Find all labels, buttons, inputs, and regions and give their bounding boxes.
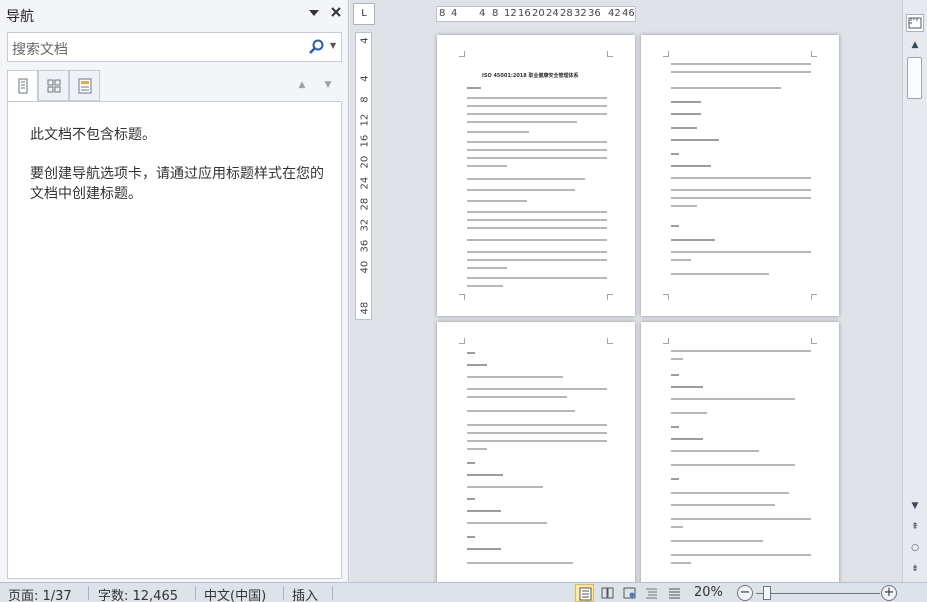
ruler-label: 40: [359, 260, 371, 274]
page-title: ISO 45001:2018 职业健康安全管理体系: [482, 73, 579, 79]
horizontal-ruler[interactable]: 8 4 4 8 12 16 20 24 28 32 36 42 46: [436, 6, 636, 22]
tab-results[interactable]: [69, 70, 100, 101]
word-count[interactable]: 字数: 12,465: [98, 585, 178, 602]
results-icon: [78, 78, 92, 94]
view-ruler-button[interactable]: [906, 14, 924, 32]
ruler-label: 20: [532, 8, 545, 19]
nav-title-bar: 导航: [0, 0, 349, 30]
full-screen-reading-button[interactable]: [598, 584, 617, 602]
scroll-thumb[interactable]: [907, 57, 922, 99]
print-layout-icon: [579, 587, 592, 601]
search-input[interactable]: 搜索文档 ▼: [7, 32, 342, 62]
insert-mode-indicator[interactable]: 插入: [292, 585, 318, 602]
ruler-label: 36: [588, 8, 601, 19]
ruler-label: 20: [359, 155, 371, 169]
ruler-label: 28: [560, 8, 573, 19]
reading-view-icon: [601, 587, 614, 599]
document-page[interactable]: [641, 35, 839, 316]
web-layout-icon: [623, 587, 636, 599]
print-layout-view-button[interactable]: [575, 584, 594, 602]
scroll-up-button[interactable]: ▲: [907, 38, 923, 52]
vertical-scrollbar[interactable]: ▲ ▼ ⇞ ○ ⇟: [902, 0, 927, 582]
ruler-label: 36: [359, 239, 371, 253]
search-options-dropdown[interactable]: ▼: [330, 41, 336, 50]
zoom-slider[interactable]: [756, 593, 880, 594]
ruler-label: 8: [359, 96, 371, 103]
document-page[interactable]: [437, 322, 635, 582]
ruler-label: 24: [546, 8, 559, 19]
close-icon: [331, 7, 341, 17]
ruler-label: 8: [439, 8, 446, 19]
ruler-label: 4: [359, 75, 371, 82]
ruler-label: 4: [479, 8, 486, 19]
zoom-level[interactable]: 20%: [694, 585, 723, 600]
tab-selector-button[interactable]: L: [353, 3, 375, 25]
outline-view-button[interactable]: [642, 584, 661, 602]
ruler-label: 48: [359, 301, 371, 315]
status-bar: 页面: 1/37 字数: 12,465 中文(中国) 插入 20% − +: [0, 582, 927, 602]
document-page[interactable]: ISO 45001:2018 职业健康安全管理体系: [437, 35, 635, 316]
ruler-label: 16: [518, 8, 531, 19]
search-placeholder: 搜索文档: [12, 42, 68, 58]
scroll-down-button[interactable]: ▼: [907, 499, 923, 513]
tab-headings[interactable]: [7, 70, 38, 102]
nav-menu-button[interactable]: [306, 7, 322, 23]
ruler-label: 28: [359, 197, 371, 211]
headings-icon: [18, 78, 28, 94]
previous-page-button[interactable]: ⇞: [907, 520, 923, 534]
ruler-label: 4: [451, 8, 458, 19]
nav-content: 此文档不包含标题。 要创建导航选项卡，请通过应用标题样式在您的文档中创建标题。: [7, 101, 342, 579]
nav-tab-row: ▲ ▼: [7, 70, 342, 102]
zoom-in-button[interactable]: +: [881, 585, 897, 601]
ruler-label: 42: [608, 8, 621, 19]
ruler-label: 4: [359, 37, 371, 44]
previous-arrow-button[interactable]: ▲: [295, 78, 309, 92]
web-layout-button[interactable]: [620, 584, 639, 602]
zoom-out-button[interactable]: −: [737, 585, 753, 601]
select-browse-object-button[interactable]: ○: [907, 541, 923, 555]
navigation-pane: 导航 搜索文档 ▼ ▲ ▼ 此文档不包含标题。 要创建导航选项卡，请通过应用标题…: [0, 0, 349, 582]
page-count[interactable]: 页面: 1/37: [8, 585, 72, 602]
ruler-label: 32: [359, 218, 371, 232]
draft-view-button[interactable]: [665, 584, 684, 602]
document-area[interactable]: L 8 4 4 8 12 16 20 24 28 32 36 42 46 4 4…: [350, 0, 902, 582]
outline-icon: [646, 588, 657, 599]
ruler-label: 24: [359, 176, 371, 190]
ruler-toggle-icon: [908, 17, 922, 29]
vertical-ruler[interactable]: 4 4 8 12 16 20 24 28 32 36 40 48: [355, 32, 372, 320]
ruler-label: 32: [574, 8, 587, 19]
zoom-slider-thumb[interactable]: [763, 586, 771, 600]
tab-pages[interactable]: [38, 70, 69, 101]
triangle-down-icon: [309, 10, 319, 16]
next-page-button[interactable]: ⇟: [907, 562, 923, 576]
draft-icon: [669, 588, 680, 599]
no-headings-message: 此文档不包含标题。: [30, 127, 156, 143]
next-arrow-button[interactable]: ▼: [321, 78, 335, 92]
nav-close-button[interactable]: [328, 6, 344, 22]
magnifier-icon[interactable]: [308, 38, 326, 56]
nav-title: 导航: [6, 9, 34, 25]
ruler-label: 12: [504, 8, 517, 19]
ruler-label: 12: [359, 113, 371, 127]
ruler-label: 46: [622, 8, 635, 19]
headings-hint-message: 要创建导航选项卡，请通过应用标题样式在您的文档中创建标题。: [30, 166, 324, 202]
document-page[interactable]: [641, 322, 839, 582]
ruler-label: 16: [359, 134, 371, 148]
thumbnails-icon: [47, 79, 61, 93]
ruler-label: 8: [492, 8, 499, 19]
language-indicator[interactable]: 中文(中国): [204, 585, 266, 602]
